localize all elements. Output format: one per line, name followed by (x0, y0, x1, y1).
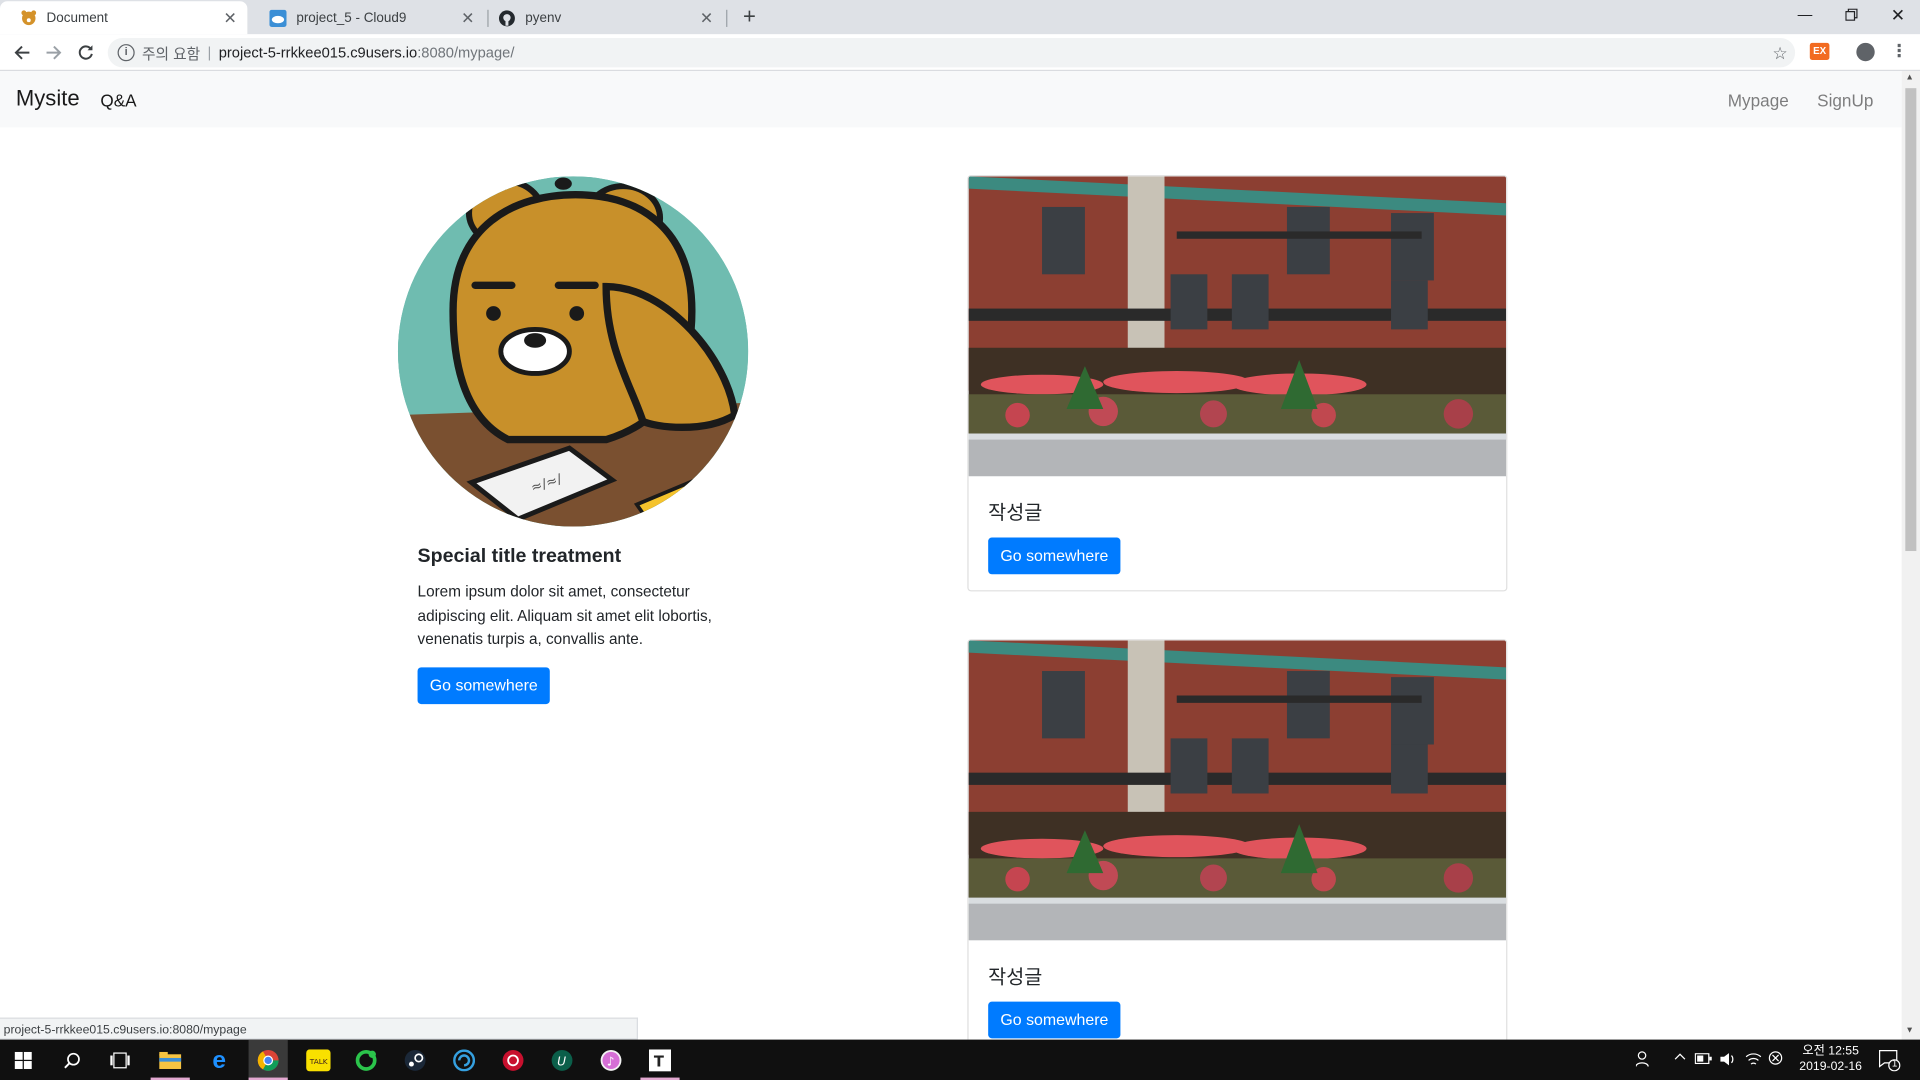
action-center-icon[interactable]: 1 (1878, 1049, 1901, 1075)
profile-card: ≈/≈/ Special title treatment Lorem ipsum… (397, 176, 749, 704)
brand-link[interactable]: Mysite (16, 86, 80, 112)
page-scrollbar[interactable]: ▲ ▼ (1901, 71, 1920, 1040)
typora-icon[interactable]: T (647, 1047, 674, 1074)
bookmark-star-icon[interactable]: ☆ (1772, 42, 1787, 63)
itunes-icon[interactable]: ♪ (598, 1047, 625, 1074)
post-go-button[interactable]: Go somewhere (988, 1001, 1121, 1039)
github-icon (498, 9, 515, 26)
tab-title: Document (46, 10, 108, 26)
clock-time: 오전 12:55 (1802, 1044, 1859, 1058)
tab-title: project_5 - Cloud9 (296, 10, 407, 26)
profile-avatar-image: ≈/≈/ (397, 176, 749, 527)
scroll-up-arrow-icon[interactable]: ▲ (1905, 73, 1913, 82)
address-bar[interactable]: i 주의 요함 | project-5-rrkkee015.c9users.io… (107, 37, 1796, 68)
web-page: Mysite Q&A Mypage SignUp ≈/≈/ Special ti… (0, 71, 1902, 1040)
nav-link-signup[interactable]: SignUp (1817, 91, 1873, 111)
steam-icon[interactable] (402, 1047, 429, 1074)
post-title: 작성글 (988, 503, 1043, 525)
task-view-icon[interactable] (107, 1047, 134, 1074)
post-image (968, 176, 1507, 477)
close-tab-icon[interactable]: ✕ (697, 8, 717, 28)
clock[interactable]: 오전 12:55 2019-02-16 (1794, 1043, 1867, 1075)
tab-cloud9[interactable]: project_5 - Cloud9 ✕ (250, 1, 485, 34)
site-navbar: Mysite Q&A Mypage SignUp (0, 71, 1902, 128)
restore-icon[interactable] (1829, 0, 1873, 29)
red-app-icon[interactable] (500, 1047, 527, 1074)
svg-text:U: U (557, 1054, 566, 1068)
svg-text:TALK: TALK (309, 1057, 328, 1066)
ryan-favicon-icon (20, 9, 37, 26)
close-tab-icon[interactable]: ✕ (458, 8, 478, 28)
profile-card-text: Lorem ipsum dolor sit amet, consectetur … (417, 582, 712, 648)
battery-icon[interactable] (1694, 1053, 1712, 1068)
edge-browser-icon[interactable]: e (206, 1046, 233, 1074)
tab-title: pyenv (525, 10, 562, 26)
wifi-icon[interactable] (1745, 1051, 1762, 1072)
refresh-app-icon[interactable] (451, 1047, 478, 1074)
kebab-menu-icon[interactable]: ⋮ (1891, 40, 1908, 61)
people-icon[interactable] (1635, 1051, 1653, 1072)
tab-document[interactable]: Document ✕ (0, 1, 248, 35)
reload-icon[interactable] (73, 40, 97, 64)
forward-arrow-icon[interactable] (42, 40, 66, 64)
profile-card-title: Special title treatment (417, 546, 622, 567)
close-tab-icon[interactable]: ✕ (220, 8, 240, 28)
link-status-bar: project-5-rrkkee015.c9users.io:8080/mypa… (0, 1017, 638, 1040)
volume-icon[interactable] (1719, 1051, 1736, 1072)
security-label[interactable]: 주의 요함 (142, 42, 200, 63)
nav-link-mypage[interactable]: Mypage (1728, 91, 1789, 111)
clock-date: 2019-02-16 (1799, 1060, 1862, 1074)
upwork-icon[interactable]: U (549, 1047, 576, 1074)
post-title: 작성글 (988, 967, 1043, 989)
input-method-icon[interactable] (1768, 1051, 1783, 1069)
omnibox-divider: | (207, 44, 212, 62)
line-app-icon[interactable] (353, 1047, 380, 1074)
kakaotalk-icon[interactable]: TALK (305, 1047, 332, 1074)
profile-avatar-icon[interactable] (1856, 42, 1875, 62)
post-card: 작성글 Go somewhere (967, 175, 1508, 592)
post-card-body: 작성글 Go somewhere (969, 476, 1507, 590)
notification-count: 1 (1891, 1057, 1898, 1069)
search-icon[interactable] (59, 1047, 86, 1074)
close-window-icon[interactable]: ✕ (1876, 0, 1920, 29)
svg-text:♪: ♪ (607, 1054, 615, 1068)
info-icon[interactable]: i (117, 44, 135, 62)
post-card-body: 작성글 Go somewhere (969, 940, 1507, 1039)
scrollbar-thumb[interactable] (1905, 88, 1917, 552)
scroll-down-arrow-icon[interactable]: ▼ (1905, 1026, 1913, 1035)
tab-divider (726, 9, 728, 27)
screen: Document ✕ project_5 - Cloud9 ✕ pyenv ✕ … (0, 0, 1920, 1080)
url-host: project-5-rrkkee015.c9users.io (218, 44, 418, 62)
post-image (968, 640, 1507, 941)
tab-strip: Document ✕ project_5 - Cloud9 ✕ pyenv ✕ … (0, 0, 1920, 35)
tray-chevron-up-icon[interactable] (1674, 1051, 1686, 1067)
chrome-icon[interactable] (248, 1039, 288, 1080)
minimize-icon[interactable]: — (1783, 0, 1827, 29)
tab-pyenv[interactable]: pyenv ✕ (489, 1, 724, 34)
back-arrow-icon[interactable] (10, 40, 34, 64)
extension-icon[interactable]: EX (1809, 42, 1830, 61)
url-path: :8080/mypage/ (417, 44, 515, 62)
svg-text:T: T (654, 1054, 664, 1071)
cloud9-icon (269, 9, 287, 27)
post-card: 작성글 Go somewhere (967, 639, 1508, 1040)
post-go-button[interactable]: Go somewhere (988, 537, 1121, 575)
profile-card-body: Special title treatment Lorem ipsum dolo… (398, 527, 748, 704)
file-explorer-icon[interactable] (157, 1047, 184, 1074)
windows-start-icon[interactable] (10, 1047, 37, 1074)
new-tab-plus-icon[interactable]: + (737, 4, 761, 30)
browser-toolbar: i 주의 요함 | project-5-rrkkee015.c9users.io… (0, 34, 1920, 72)
nav-link-qa[interactable]: Q&A (100, 91, 136, 111)
windows-taskbar: e TALK U ♪ T 오전 12:55 2019-02-16 1 (0, 1039, 1920, 1080)
profile-go-button[interactable]: Go somewhere (417, 666, 550, 704)
